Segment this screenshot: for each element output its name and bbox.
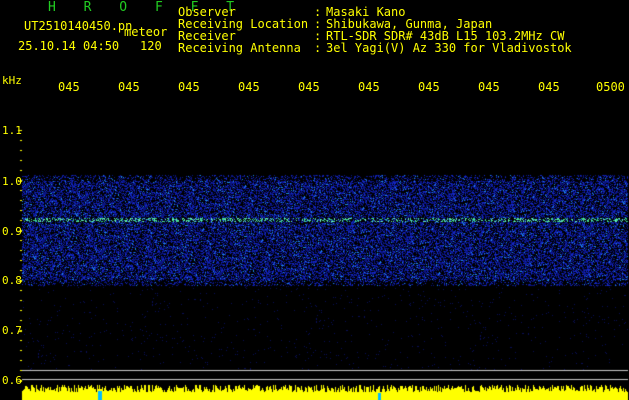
- y-tick-label: 0.7: [2, 324, 22, 337]
- x-tick-label: 045: [178, 80, 200, 94]
- x-tick-label: 045: [298, 80, 320, 94]
- y-tick-label: 0.8: [2, 274, 22, 287]
- x-tick-label: 045: [478, 80, 500, 94]
- x-tick-label: 045: [58, 80, 80, 94]
- x-tick-label: 045: [418, 80, 440, 94]
- hrofft-window: H R O F F T UT2510140450.pn meteor 25.10…: [0, 0, 629, 400]
- filename-label: UT2510140450.pn: [24, 19, 133, 33]
- x-tick-label: 045: [118, 80, 140, 94]
- x-tick-label: 045: [238, 80, 260, 94]
- count-label: 120: [140, 39, 162, 53]
- antenna-key: Receiving Antenna: [178, 41, 301, 55]
- spectrogram-canvas: [0, 0, 629, 400]
- y-tick-label: 0.9: [2, 225, 22, 238]
- antenna-value: 3el Yagi(V) Az 330 for Vladivostok: [326, 41, 572, 55]
- y-tick-label: 1.1: [2, 124, 22, 137]
- x-tick-label: 045: [358, 80, 380, 94]
- mode-label: meteor: [124, 25, 168, 39]
- y-tick-label: 1.0: [2, 175, 22, 188]
- y-axis-unit: kHz: [2, 74, 22, 87]
- y-tick-label: 0.6: [2, 374, 22, 387]
- datetime-label: 25.10.14 04:50: [18, 39, 120, 53]
- sep: :: [314, 41, 322, 55]
- x-tick-label: 045: [538, 80, 560, 94]
- x-tick-label: 0500: [596, 80, 625, 94]
